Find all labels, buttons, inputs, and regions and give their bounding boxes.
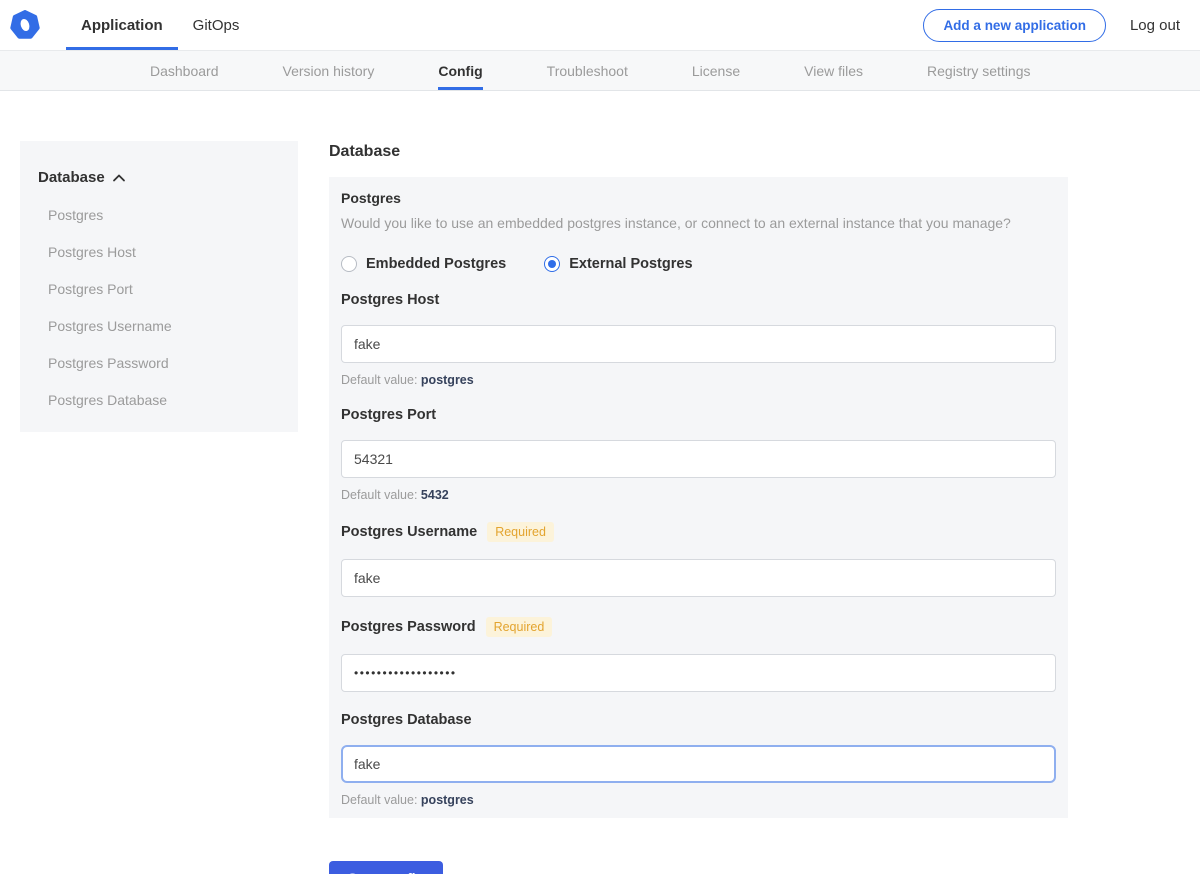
tab-view-files-label: View files: [804, 63, 863, 79]
default-value-text: postgres: [421, 373, 474, 387]
tab-registry-settings[interactable]: Registry settings: [927, 51, 1030, 90]
add-new-application-button[interactable]: Add a new application: [923, 9, 1106, 42]
top-tab-application[interactable]: Application: [66, 0, 178, 50]
radio-embedded-postgres-label: Embedded Postgres: [366, 256, 506, 272]
top-tab-gitops[interactable]: GitOps: [178, 0, 255, 50]
tab-license[interactable]: License: [692, 51, 740, 90]
postgres-password-input[interactable]: [341, 654, 1056, 692]
tab-config[interactable]: Config: [438, 51, 482, 90]
config-sidebar: Database Postgres Postgres Host Postgres…: [20, 141, 298, 432]
sidebar-item-list: Postgres Postgres Host Postgres Port Pos…: [38, 207, 282, 408]
app-logo[interactable]: [10, 0, 40, 50]
config-group-description: Would you like to use an embedded postgr…: [341, 215, 1056, 231]
postgres-database-input[interactable]: [341, 745, 1056, 783]
sidebar-item-postgres[interactable]: Postgres: [48, 207, 282, 223]
top-tab-bar: Application GitOps: [66, 0, 254, 50]
default-value-label: Default value:: [341, 793, 417, 807]
postgres-port-input[interactable]: [341, 440, 1056, 478]
sidebar-item-postgres-port[interactable]: Postgres Port: [48, 281, 282, 297]
tab-version-history-label: Version history: [283, 63, 375, 79]
top-tab-gitops-label: GitOps: [193, 17, 240, 34]
postgres-host-label-row: Postgres Host: [341, 292, 1056, 308]
kots-logo-icon: [10, 10, 40, 40]
postgres-database-label-row: Postgres Database: [341, 712, 1056, 728]
top-nav-spacer: [254, 0, 923, 50]
sidebar-group-database[interactable]: Database: [38, 169, 282, 186]
radio-external-postgres[interactable]: External Postgres: [544, 256, 692, 272]
tab-view-files[interactable]: View files: [804, 51, 863, 90]
postgres-database-helper: Default value: postgres: [341, 793, 1056, 807]
tab-troubleshoot[interactable]: Troubleshoot: [547, 51, 628, 90]
postgres-port-label: Postgres Port: [341, 407, 436, 423]
radio-external-postgres-label: External Postgres: [569, 256, 692, 272]
chevron-up-icon: [112, 174, 126, 182]
postgres-host-label: Postgres Host: [341, 292, 439, 308]
sidebar-item-postgres-host[interactable]: Postgres Host: [48, 244, 282, 260]
radio-embedded-postgres[interactable]: Embedded Postgres: [341, 256, 506, 272]
app-sub-nav: Dashboard Version history Config Trouble…: [0, 51, 1200, 91]
default-value-text: 5432: [421, 488, 449, 502]
tab-troubleshoot-label: Troubleshoot: [547, 63, 628, 79]
default-value-text: postgres: [421, 793, 474, 807]
radio-unselected-icon[interactable]: [341, 256, 357, 272]
sidebar-item-postgres-password[interactable]: Postgres Password: [48, 355, 282, 371]
required-badge: Required: [486, 617, 553, 637]
postgres-host-input[interactable]: [341, 325, 1056, 363]
tab-registry-settings-label: Registry settings: [927, 63, 1030, 79]
postgres-port-helper: Default value: 5432: [341, 488, 1056, 502]
config-group-panel: Postgres Would you like to use an embedd…: [329, 177, 1068, 818]
sidebar-item-postgres-database[interactable]: Postgres Database: [48, 392, 282, 408]
postgres-host-helper: Default value: postgres: [341, 373, 1056, 387]
default-value-label: Default value:: [341, 488, 417, 502]
postgres-username-label-row: Postgres Username Required: [341, 522, 1056, 542]
top-tab-application-label: Application: [81, 17, 163, 34]
top-nav: Application GitOps Add a new application…: [0, 0, 1200, 51]
postgres-password-label: Postgres Password: [341, 619, 476, 635]
postgres-port-label-row: Postgres Port: [341, 407, 1056, 423]
config-main: Database Postgres Would you like to use …: [329, 91, 1068, 874]
postgres-password-label-row: Postgres Password Required: [341, 617, 1056, 637]
default-value-label: Default value:: [341, 373, 417, 387]
tab-config-label: Config: [438, 63, 482, 79]
tab-dashboard[interactable]: Dashboard: [150, 51, 219, 90]
config-group-title: Postgres: [341, 190, 1056, 206]
sidebar-item-postgres-username[interactable]: Postgres Username: [48, 318, 282, 334]
postgres-type-radio-group: Embedded Postgres External Postgres: [341, 256, 1056, 272]
config-page: Database Postgres Postgres Host Postgres…: [0, 91, 1200, 874]
logout-link[interactable]: Log out: [1130, 17, 1180, 34]
sidebar-group-label: Database: [38, 169, 105, 186]
radio-selected-icon[interactable]: [544, 256, 560, 272]
tab-version-history[interactable]: Version history: [283, 51, 375, 90]
save-config-button[interactable]: Save config: [329, 861, 443, 874]
tab-dashboard-label: Dashboard: [150, 63, 219, 79]
tab-license-label: License: [692, 63, 740, 79]
postgres-username-label: Postgres Username: [341, 524, 477, 540]
page-title: Database: [329, 143, 1068, 161]
postgres-database-label: Postgres Database: [341, 712, 472, 728]
required-badge: Required: [487, 522, 554, 542]
postgres-username-input[interactable]: [341, 559, 1056, 597]
